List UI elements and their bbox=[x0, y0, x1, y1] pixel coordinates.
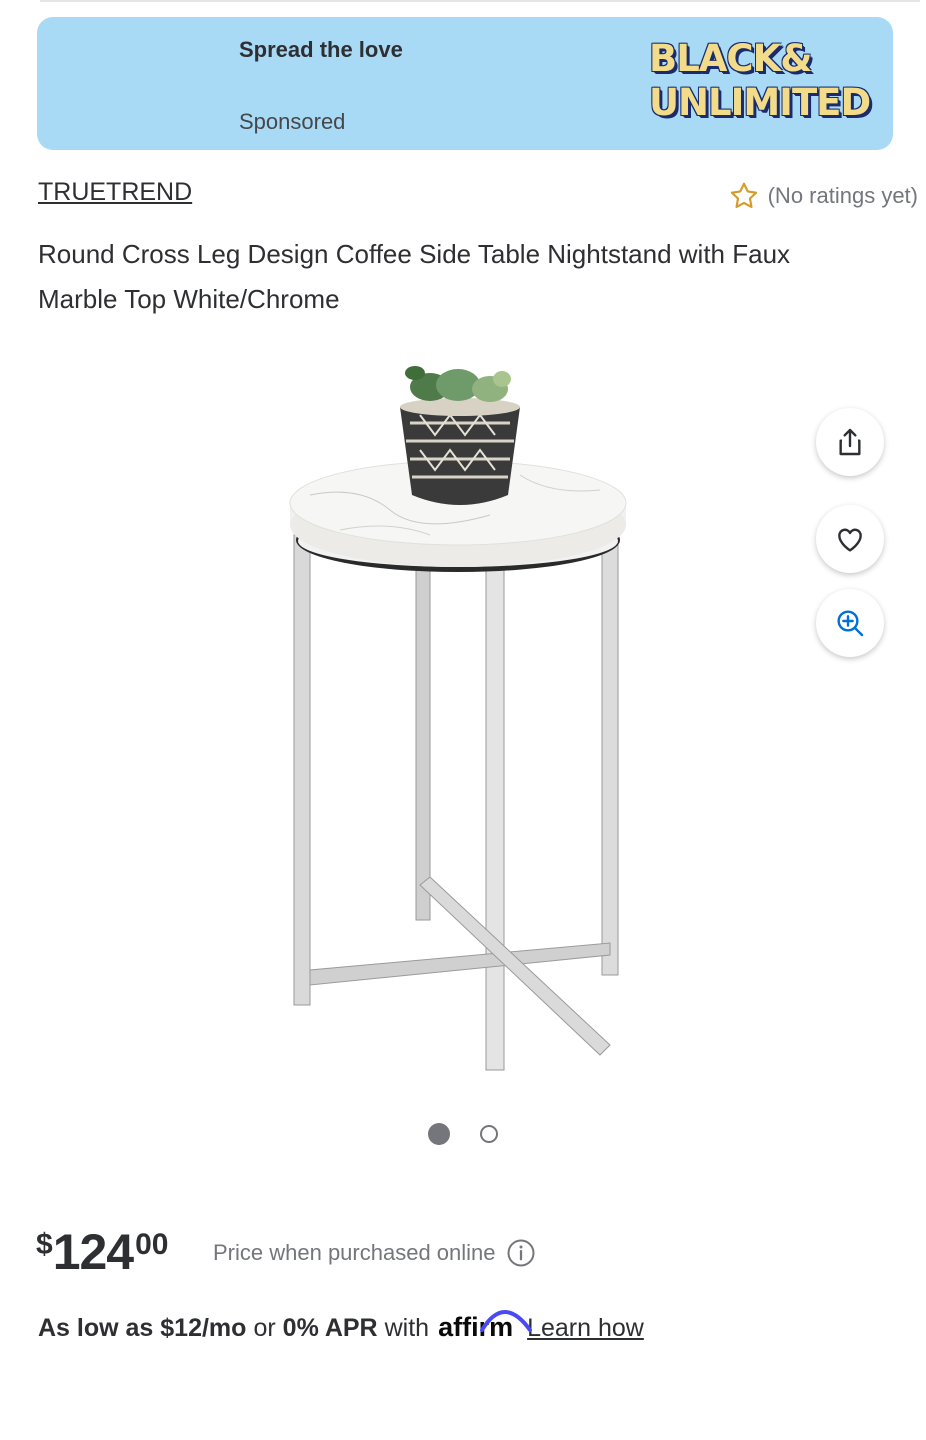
brand-link[interactable]: TRUETREND bbox=[38, 178, 192, 207]
affirm-arc-icon bbox=[480, 1310, 533, 1332]
price-currency: $ bbox=[36, 1228, 53, 1261]
carousel-dots bbox=[428, 1123, 498, 1145]
zoom-button[interactable] bbox=[816, 589, 884, 657]
share-button[interactable] bbox=[816, 408, 884, 476]
price-note: Price when purchased online bbox=[213, 1238, 536, 1268]
product-title: Round Cross Leg Design Coffee Side Table… bbox=[38, 239, 791, 314]
price-dollars: 124 bbox=[52, 1224, 134, 1280]
ratings-link[interactable]: (No ratings yet) bbox=[728, 180, 918, 212]
star-icon bbox=[730, 182, 757, 208]
favorite-button[interactable] bbox=[816, 505, 884, 573]
financing-monthly: As low as $12/mo bbox=[38, 1314, 247, 1342]
share-icon bbox=[839, 428, 861, 456]
price-cents: 00 bbox=[135, 1228, 169, 1261]
financing-apr: 0% APR bbox=[282, 1314, 378, 1342]
price: $ 124 00 bbox=[36, 1222, 169, 1282]
carousel-dot-2[interactable] bbox=[480, 1125, 498, 1143]
heart-icon bbox=[838, 528, 862, 552]
price-note-text: Price when purchased online bbox=[213, 1240, 496, 1265]
ad-sponsored-label: Sponsored bbox=[239, 109, 346, 134]
ad-logo: BLACK& UNLIMITED bbox=[649, 37, 881, 133]
info-icon[interactable] bbox=[506, 1238, 536, 1268]
ad-logo-line1: BLACK& bbox=[649, 37, 813, 80]
learn-how-link[interactable]: Learn how bbox=[527, 1314, 644, 1343]
ad-logo-line2: UNLIMITED bbox=[649, 81, 871, 124]
affirm-logo: affirm bbox=[438, 1310, 533, 1343]
financing-with: with bbox=[384, 1314, 430, 1342]
ad-headline: Spread the love bbox=[239, 37, 403, 62]
financing-or: or bbox=[253, 1314, 276, 1342]
financing-offer: As low as $12/mo or 0% APR with affirm L… bbox=[38, 1310, 644, 1343]
sponsored-ad-banner[interactable]: Spread the love Sponsored BLACK& UNLIMIT… bbox=[37, 17, 893, 150]
zoom-in-icon bbox=[837, 610, 864, 637]
ratings-text: (No ratings yet) bbox=[767, 183, 918, 208]
top-divider bbox=[40, 0, 920, 2]
product-image[interactable] bbox=[270, 345, 650, 1085]
carousel-dot-1[interactable] bbox=[428, 1123, 450, 1145]
